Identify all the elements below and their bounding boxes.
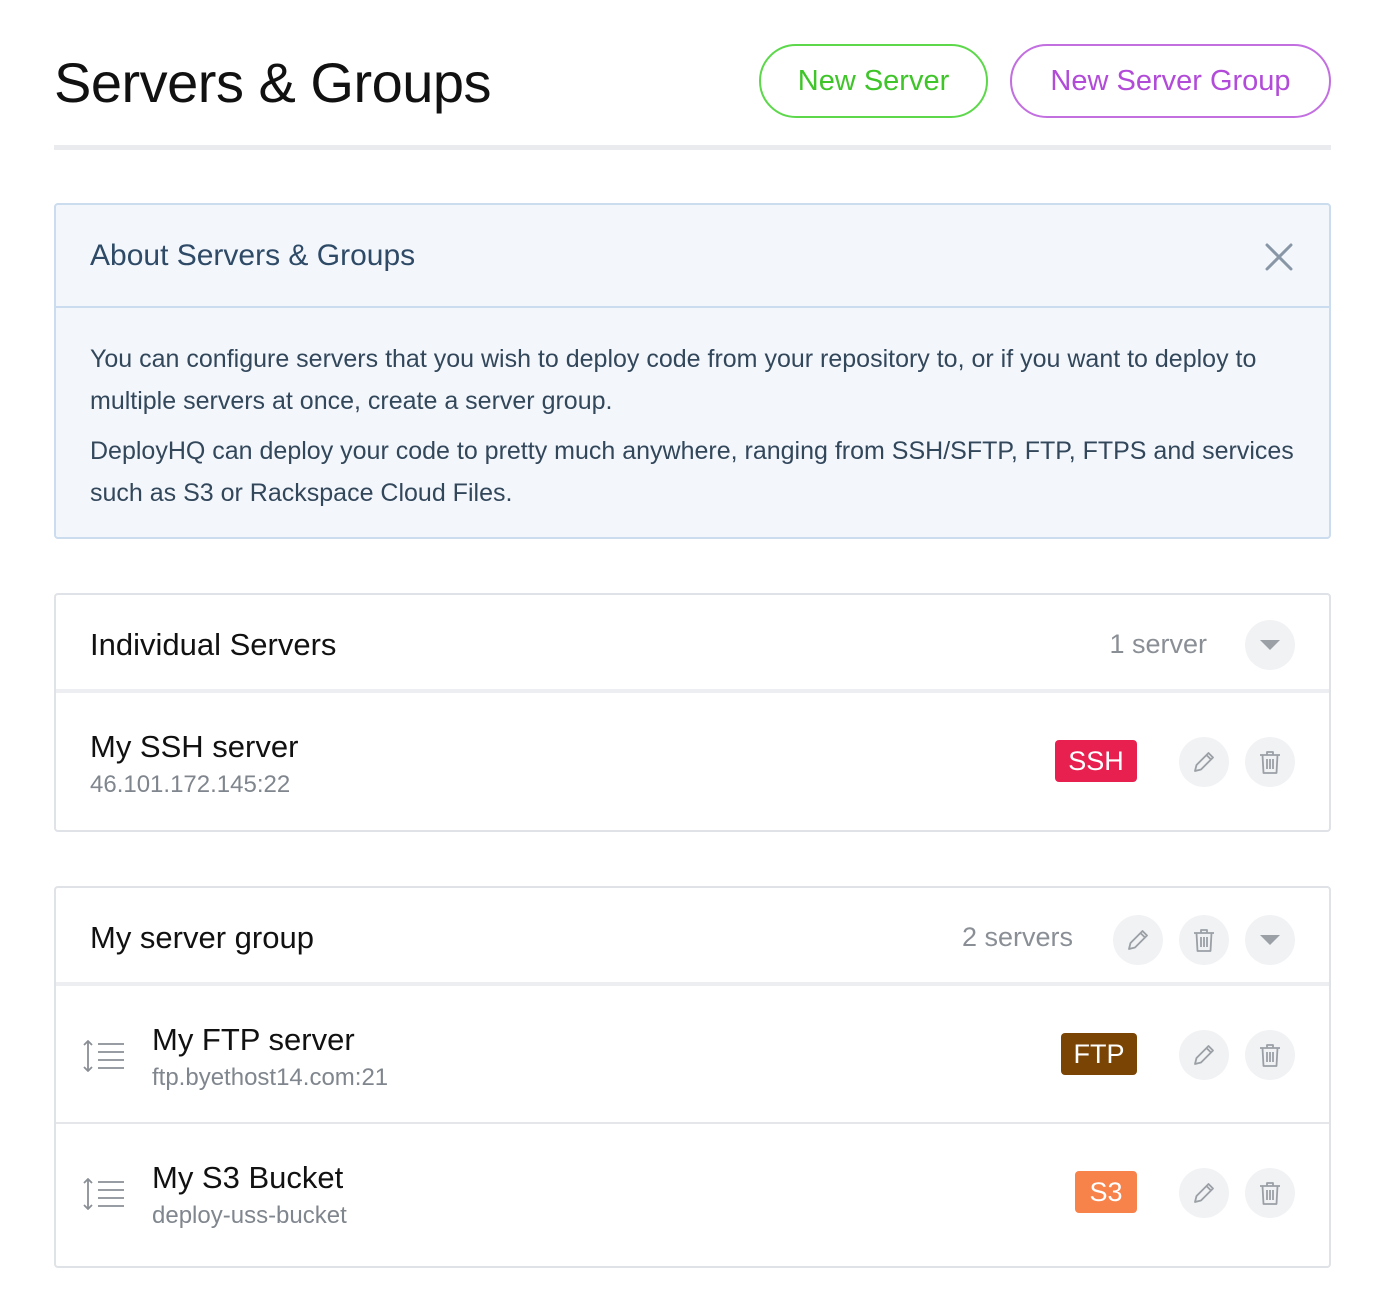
pencil-icon (1194, 1183, 1214, 1203)
server-name: My S3 Bucket (152, 1160, 344, 1195)
pencil-icon (1194, 752, 1214, 772)
edit-server-button[interactable] (1179, 1030, 1229, 1080)
panel-title: Individual Servers (90, 627, 337, 662)
about-info-box: About Servers & Groups You can configure… (54, 203, 1331, 539)
info-paragraph: You can configure servers that you wish … (90, 345, 1257, 415)
protocol-badge: FTP (1061, 1033, 1137, 1075)
info-paragraph: DeployHQ can deploy your code to pretty … (90, 437, 1294, 507)
expand-button[interactable] (1245, 915, 1295, 965)
info-box-body: You can configure servers that you wish … (56, 308, 1329, 514)
trash-icon (1260, 1044, 1280, 1067)
delete-server-button[interactable] (1245, 737, 1295, 787)
page-title: Servers & Groups (54, 51, 492, 114)
server-group-panel: My server group 2 servers My FTP server … (54, 886, 1331, 1268)
server-host: 46.101.172.145:22 (90, 771, 291, 798)
panel-title: My server group (90, 920, 314, 955)
delete-server-button[interactable] (1245, 1030, 1295, 1080)
info-box-header: About Servers & Groups (56, 205, 1329, 308)
drag-handle-icon[interactable] (82, 1038, 128, 1074)
info-box-title: About Servers & Groups (90, 239, 416, 272)
drag-handle-icon[interactable] (82, 1176, 128, 1212)
server-host: ftp.byethost14.com:21 (152, 1064, 389, 1091)
delete-server-button[interactable] (1245, 1168, 1295, 1218)
edit-server-button[interactable] (1179, 1168, 1229, 1218)
protocol-badge: S3 (1075, 1171, 1137, 1213)
chevron-down-icon (1260, 935, 1280, 945)
expand-button[interactable] (1245, 620, 1295, 670)
new-server-button[interactable]: New Server (759, 44, 988, 118)
edit-server-button[interactable] (1179, 737, 1229, 787)
server-count: 1 server (1109, 629, 1207, 659)
delete-group-button[interactable] (1179, 915, 1229, 965)
close-icon[interactable] (1263, 241, 1295, 273)
trash-icon (1260, 1182, 1280, 1205)
page-header: Servers & Groups New Server New Server G… (54, 0, 1331, 150)
edit-group-button[interactable] (1113, 915, 1163, 965)
server-row: My FTP server ftp.byethost14.com:21 FTP (56, 986, 1329, 1124)
server-count: 2 servers (961, 922, 1073, 952)
server-row: My S3 Bucket deploy-uss-bucket S3 (56, 1124, 1329, 1262)
individual-servers-panel: Individual Servers 1 server My SSH serve… (54, 593, 1331, 832)
chevron-down-icon (1260, 640, 1280, 650)
server-name: My FTP server (152, 1022, 355, 1057)
panel-header: Individual Servers 1 server (56, 595, 1329, 693)
server-name: My SSH server (90, 729, 299, 764)
server-row: My SSH server 46.101.172.145:22 SSH (56, 693, 1329, 831)
new-server-group-button[interactable]: New Server Group (1010, 44, 1331, 118)
trash-icon (1194, 929, 1214, 952)
server-host: deploy-uss-bucket (152, 1202, 347, 1229)
pencil-icon (1128, 930, 1148, 950)
protocol-badge: SSH (1055, 740, 1137, 782)
pencil-icon (1194, 1045, 1214, 1065)
panel-header: My server group 2 servers (56, 888, 1329, 986)
trash-icon (1260, 751, 1280, 774)
